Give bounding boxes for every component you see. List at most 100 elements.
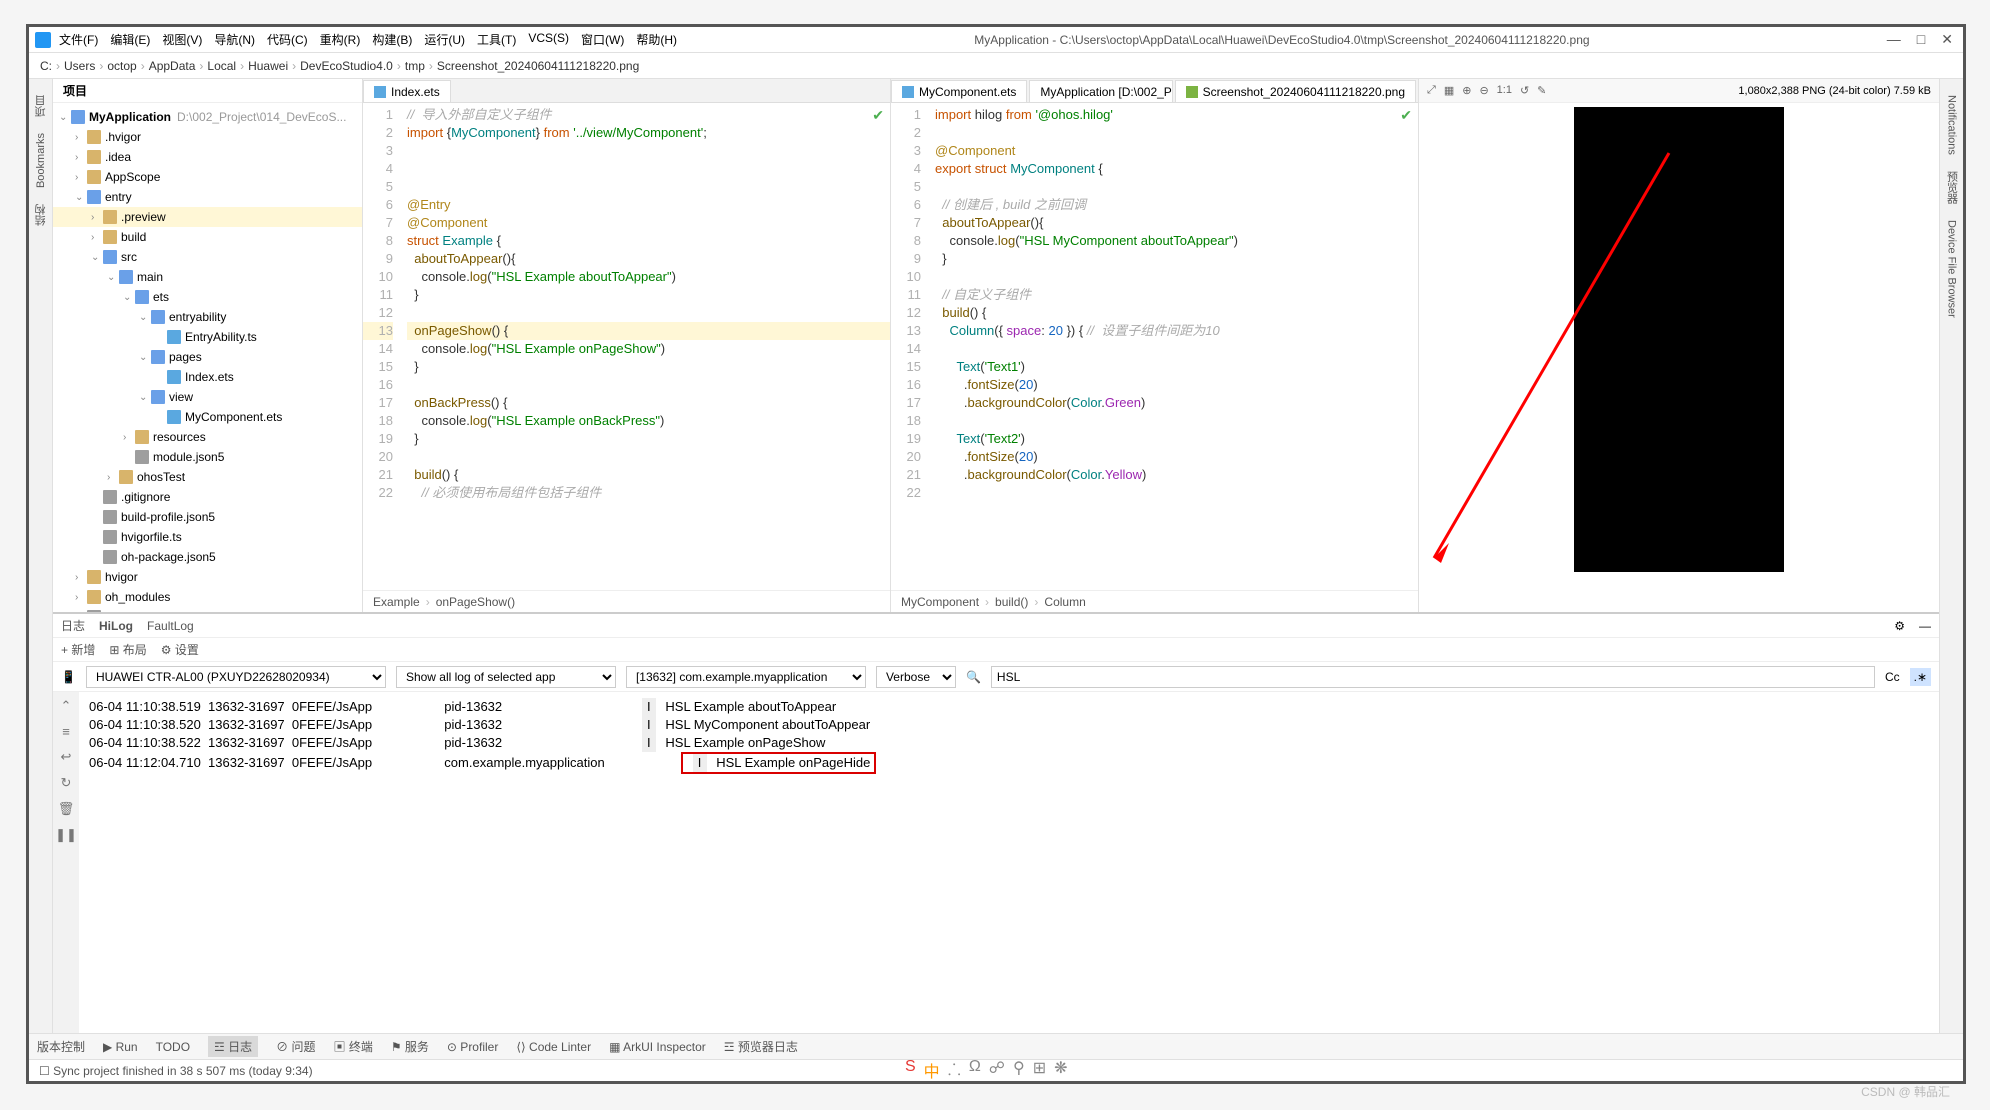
log-line[interactable]: 06-04 11:10:38.519 13632-31697 0FEFE/JsA… xyxy=(89,698,1929,716)
tree-item[interactable]: Index.ets xyxy=(53,367,362,387)
pause-icon[interactable]: ❚❚ xyxy=(55,827,77,843)
tree-item[interactable]: ›resources xyxy=(53,427,362,447)
device-select[interactable]: HUAWEI CTR-AL00 (PXUYD22628020934) xyxy=(86,666,386,688)
left-tab-structure[interactable]: 结构 xyxy=(33,204,49,226)
breadcrumb-item[interactable]: Users xyxy=(64,59,95,73)
bottom-tool-item[interactable]: ☲ 预览器日志 xyxy=(724,1038,798,1055)
breadcrumb-item[interactable]: AppData xyxy=(149,59,196,73)
menu-item[interactable]: 文件(F) xyxy=(59,31,98,48)
tree-item[interactable]: ›ohosTest xyxy=(53,467,362,487)
tree-item[interactable]: ⌄entry xyxy=(53,187,362,207)
menu-item[interactable]: 视图(V) xyxy=(162,31,202,48)
tree-item[interactable]: ›oh_modules xyxy=(53,587,362,607)
tree-item[interactable]: ›.idea xyxy=(53,147,362,167)
menu-item[interactable]: 重构(R) xyxy=(320,31,361,48)
breadcrumb-item[interactable]: octop xyxy=(107,59,136,73)
tree-item[interactable]: oh-package.json5 xyxy=(53,547,362,567)
breadcrumb-item[interactable]: C: xyxy=(40,59,52,73)
log-layout-button[interactable]: ⊞ 布局 xyxy=(109,641,146,658)
restart-icon[interactable]: ↻ xyxy=(61,775,72,791)
menu-item[interactable]: 工具(T) xyxy=(477,31,516,48)
tree-item[interactable]: ⌄ets xyxy=(53,287,362,307)
menu-item[interactable]: 编辑(E) xyxy=(110,31,150,48)
tree-item[interactable]: ›build xyxy=(53,227,362,247)
log-tab-log[interactable]: 日志 xyxy=(61,617,85,634)
regex-toggle[interactable]: .∗ xyxy=(1910,668,1931,686)
tree-item[interactable]: ›hvigor xyxy=(53,567,362,587)
tree-item[interactable]: MyComponent.ets xyxy=(53,407,362,427)
bottom-tool-item[interactable]: ▣ 终端 xyxy=(333,1038,372,1055)
menu-item[interactable]: 代码(C) xyxy=(267,31,308,48)
log-tab-hilog[interactable]: HiLog xyxy=(99,619,133,633)
tree-item[interactable]: module.json5 xyxy=(53,447,362,467)
filter-icon[interactable]: ≡ xyxy=(62,724,70,739)
editor-tab-index[interactable]: Index.ets xyxy=(363,80,451,102)
tree-item[interactable]: ⌄view xyxy=(53,387,362,407)
log-search-input[interactable] xyxy=(991,666,1875,688)
menu-item[interactable]: VCS(S) xyxy=(528,31,569,48)
editor-tab-apptitle[interactable]: MyApplication [D:\002_Project\014_DevEco… xyxy=(1029,80,1172,102)
bottom-tool-item[interactable]: ⊙ Profiler xyxy=(447,1040,498,1054)
code-area-left[interactable]: // 导入外部自定义子组件import {MyComponent} from '… xyxy=(401,103,890,590)
maximize-button[interactable]: □ xyxy=(1917,31,1925,48)
bottom-tool-item[interactable]: ⟨⟩ Code Linter xyxy=(516,1040,591,1054)
process-filter-select[interactable]: [13632] com.example.myapplication xyxy=(626,666,866,688)
log-settings-button[interactable]: ⚙ 设置 xyxy=(161,641,199,658)
preview-tool-icon[interactable]: 1:1 xyxy=(1497,84,1512,97)
left-tab-project[interactable]: 项目 xyxy=(33,95,49,117)
log-output[interactable]: 06-04 11:10:38.519 13632-31697 0FEFE/JsA… xyxy=(79,692,1939,1033)
bottom-tool-item[interactable]: ⊘ 问题 xyxy=(276,1038,315,1055)
tree-item[interactable]: .gitignore xyxy=(53,487,362,507)
log-line[interactable]: 06-04 11:10:38.520 13632-31697 0FEFE/JsA… xyxy=(89,716,1929,734)
menu-item[interactable]: 运行(U) xyxy=(424,31,465,48)
editor-tab-mycomponent[interactable]: MyComponent.ets xyxy=(891,80,1027,102)
editor-tab-screenshot[interactable]: Screenshot_20240604111218220.png xyxy=(1175,80,1416,102)
close-button[interactable]: ✕ xyxy=(1941,31,1953,48)
bottom-tool-item[interactable]: ⚑ 服务 xyxy=(391,1038,429,1055)
gear-icon[interactable]: ⚙ xyxy=(1894,619,1905,633)
preview-tool-icon[interactable]: ↺ xyxy=(1520,84,1529,97)
breadcrumb-item[interactable]: Huawei xyxy=(248,59,288,73)
bottom-tool-item[interactable]: ▦ ArkUI Inspector xyxy=(609,1040,706,1054)
bottom-tool-item[interactable]: ☲ 日志 xyxy=(208,1036,258,1057)
breadcrumb-item[interactable]: DevEcoStudio4.0 xyxy=(300,59,393,73)
tree-root[interactable]: ⌄MyApplicationD:\002_Project\014_DevEcoS… xyxy=(53,107,362,127)
tree-item[interactable]: ›.preview xyxy=(53,207,362,227)
tree-item[interactable]: ⌄entryability xyxy=(53,307,362,327)
level-filter-select[interactable]: Verbose xyxy=(876,666,956,688)
breadcrumb-item[interactable]: Screenshot_20240604111218220.png xyxy=(437,59,639,73)
log-line[interactable]: 06-04 11:12:04.710 13632-31697 0FEFE/JsA… xyxy=(89,752,1929,774)
preview-tool-icon[interactable]: ⊕ xyxy=(1462,84,1471,97)
app-filter-select[interactable]: Show all log of selected app xyxy=(396,666,616,688)
scroll-top-icon[interactable]: ⌃ xyxy=(61,698,72,714)
breadcrumb-item[interactable]: Local xyxy=(207,59,236,73)
code-area-right[interactable]: import hilog from '@ohos.hilog' @Compone… xyxy=(929,103,1418,590)
right-tab-device-file[interactable]: Device File Browser xyxy=(1946,220,1958,318)
tree-item[interactable]: ›.hvigor xyxy=(53,127,362,147)
tree-item[interactable]: EntryAbility.ts xyxy=(53,327,362,347)
right-tab-notifications[interactable]: Notifications xyxy=(1946,95,1958,155)
bottom-tool-item[interactable]: ▶ Run xyxy=(103,1040,138,1054)
bottom-tool-item[interactable]: 版本控制 xyxy=(37,1038,85,1055)
tree-item[interactable]: ⌄main xyxy=(53,267,362,287)
minimize-panel-icon[interactable]: — xyxy=(1919,619,1931,633)
tree-item[interactable]: build-profile.json5 xyxy=(53,507,362,527)
preview-tool-icon[interactable]: ▦ xyxy=(1444,84,1454,97)
preview-tool-icon[interactable]: ✎ xyxy=(1537,84,1546,97)
menu-item[interactable]: 构建(B) xyxy=(372,31,412,48)
log-add-button[interactable]: + 新增 xyxy=(61,641,95,658)
minimize-button[interactable]: — xyxy=(1887,31,1901,48)
tree-item[interactable]: ⌄src xyxy=(53,247,362,267)
breadcrumb-item[interactable]: tmp xyxy=(405,59,425,73)
tree-item[interactable]: hvigorfile.ts xyxy=(53,527,362,547)
log-tab-faultlog[interactable]: FaultLog xyxy=(147,619,194,633)
preview-tool-icon[interactable]: ⊖ xyxy=(1479,84,1488,97)
clear-icon[interactable]: 🗑 xyxy=(58,801,75,817)
right-tab-previewer[interactable]: 预览器 xyxy=(1944,171,1960,204)
menu-item[interactable]: 导航(N) xyxy=(214,31,255,48)
menu-item[interactable]: 窗口(W) xyxy=(581,31,624,48)
soft-wrap-icon[interactable]: ↩ xyxy=(61,749,72,765)
bottom-tool-item[interactable]: TODO xyxy=(156,1040,190,1054)
tree-item[interactable]: .gitignore xyxy=(53,607,362,612)
left-tab-bookmarks[interactable]: Bookmarks xyxy=(35,133,47,188)
